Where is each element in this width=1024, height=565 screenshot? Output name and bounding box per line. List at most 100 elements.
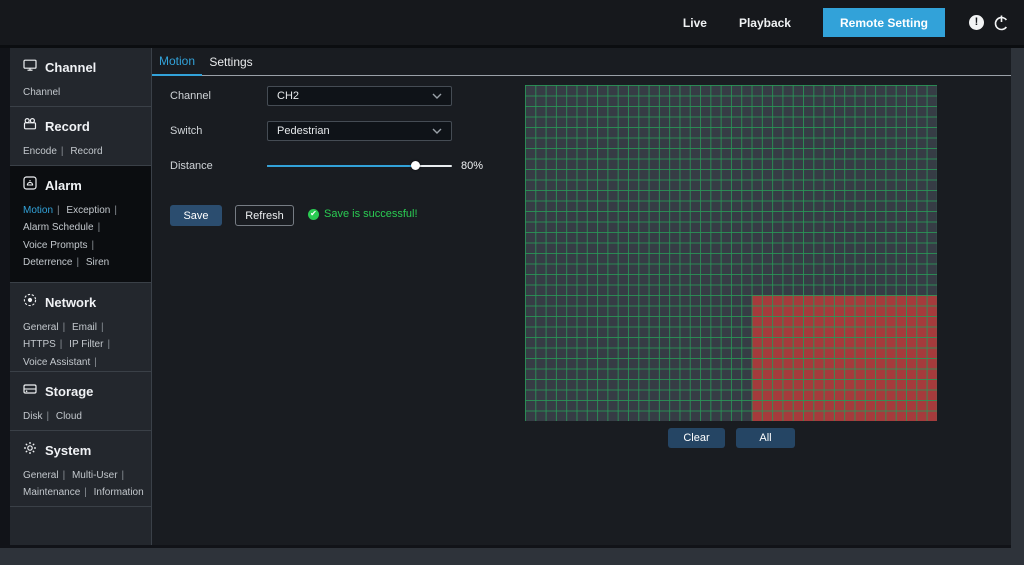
sidebar-section-title: Record: [45, 119, 90, 134]
sidebar-item-deterrence[interactable]: Deterrence: [23, 257, 72, 268]
channel-label: Channel: [170, 90, 211, 102]
sidebar-item-voice-prompts[interactable]: Voice Prompts: [23, 240, 87, 251]
sidebar-item-alarm-schedule[interactable]: Alarm Schedule: [23, 222, 94, 233]
sidebar-section-header: Storage: [23, 382, 145, 400]
item-separator: |: [60, 339, 63, 350]
sidebar-item-group: Channel: [23, 87, 60, 98]
item-separator: |: [122, 470, 125, 481]
sidebar-section-header: Record: [23, 117, 145, 135]
sidebar-item-group: Multi-User |: [72, 470, 128, 481]
sidebar-item-encode[interactable]: Encode: [23, 146, 57, 157]
nav-live[interactable]: Live: [683, 16, 707, 30]
sidebar-section-channel: Channel Channel: [10, 48, 151, 107]
refresh-button[interactable]: Refresh: [235, 205, 294, 226]
sidebar-item-motion[interactable]: Motion: [23, 205, 53, 216]
sidebar-section-header: Channel: [23, 58, 145, 76]
channel-select[interactable]: CH2: [267, 86, 452, 106]
nav-playback[interactable]: Playback: [739, 16, 791, 30]
success-check-icon: ✔: [308, 209, 319, 220]
save-button[interactable]: Save: [170, 205, 222, 226]
item-separator: |: [57, 205, 60, 216]
power-icon[interactable]: [993, 14, 1010, 31]
sidebar-section-title: Storage: [45, 384, 93, 399]
slider-fill: [267, 165, 415, 168]
sidebar-sections: ChannelChannel RecordEncode| Record Alar…: [10, 48, 151, 507]
distance-value: 80%: [461, 160, 483, 172]
sidebar-item-channel[interactable]: Channel: [23, 87, 60, 98]
sidebar-item-group: Record: [70, 146, 102, 157]
sidebar-item-group: General |: [23, 470, 69, 481]
chevron-down-icon: [432, 128, 442, 134]
remote-setting-button[interactable]: Remote Setting: [823, 8, 945, 37]
tab-motion[interactable]: Motion: [152, 48, 202, 76]
sidebar-item-group: Disk |: [23, 411, 53, 422]
all-button[interactable]: All: [736, 428, 795, 448]
chevron-down-icon: [432, 93, 442, 99]
sidebar-filler: [10, 507, 151, 545]
storage-icon: [23, 382, 37, 401]
distance-slider[interactable]: [267, 161, 452, 170]
sidebar-item-multi-user[interactable]: Multi-User: [72, 470, 118, 481]
sidebar-item-maintenance[interactable]: Maintenance: [23, 487, 80, 498]
clear-button[interactable]: Clear: [668, 428, 725, 448]
switch-select[interactable]: Pedestrian: [267, 121, 452, 141]
sidebar-item-group: IP Filter |: [69, 339, 114, 350]
sidebar-section-items: General | Multi-User | Maintenance | Inform…: [23, 467, 145, 502]
sidebar-item-voice-assistant[interactable]: Voice Assistant: [23, 357, 90, 368]
sidebar-section-title: Network: [45, 295, 96, 310]
item-separator: |: [46, 411, 49, 422]
item-separator: |: [63, 322, 66, 333]
sidebar-item-email[interactable]: Email: [72, 322, 97, 333]
sidebar-item-group: HTTPS |: [23, 339, 66, 350]
vertical-scrollbar[interactable]: [1011, 48, 1024, 548]
sidebar-section-system: System General | Multi-User | Maintenance | …: [10, 431, 151, 507]
item-separator: |: [98, 222, 101, 233]
sidebar-item-information[interactable]: Information: [94, 487, 144, 498]
item-separator: |: [63, 470, 66, 481]
sidebar-item-record[interactable]: Record: [70, 146, 102, 157]
sidebar-item-group: Motion |: [23, 205, 64, 216]
slider-thumb[interactable]: [411, 161, 420, 170]
sidebar-section-title: Channel: [45, 60, 96, 75]
sidebar-item-general[interactable]: General: [23, 322, 59, 333]
sidebar-section-header: Network: [23, 293, 145, 311]
distance-label: Distance: [170, 160, 213, 172]
sidebar-section-items: Motion | Exception | Alarm Schedule | Voice…: [23, 202, 145, 271]
sidebar-section-title: System: [45, 443, 91, 458]
sidebar-item-group: Voice Assistant |: [23, 357, 101, 368]
sidebar-item-group: Encode|: [23, 146, 68, 157]
motion-grid-selection: [752, 295, 937, 421]
sidebar-section-network: NetworkGeneral| Email| HTTPS| IP Filter|…: [10, 283, 151, 372]
sidebar-item-group: Cloud: [56, 411, 82, 422]
sidebar-item-https[interactable]: HTTPS: [23, 339, 56, 350]
item-separator: |: [94, 357, 97, 368]
alert-icon[interactable]: !: [969, 15, 984, 30]
sidebar-section-items: Encode| Record: [23, 143, 145, 160]
status-message: Save is successful!: [324, 208, 418, 220]
system-icon: [23, 441, 37, 460]
tab-settings[interactable]: Settings: [202, 48, 260, 76]
alarm-icon: [23, 176, 37, 195]
sidebar-item-group: Alarm Schedule |: [23, 222, 104, 233]
sidebar-item-group: Deterrence|: [23, 257, 83, 268]
sidebar-item-disk[interactable]: Disk: [23, 411, 42, 422]
motion-grid[interactable]: [525, 85, 937, 421]
horizontal-scrollbar[interactable]: [0, 548, 1024, 565]
sidebar-section-storage: Storage Disk | Cloud: [10, 372, 151, 431]
sidebar-item-siren[interactable]: Siren: [86, 257, 109, 268]
sidebar-section-title: Alarm: [45, 178, 82, 193]
item-separator: |: [107, 339, 110, 350]
sidebar-item-ip-filter[interactable]: IP Filter: [69, 339, 103, 350]
item-separator: |: [114, 205, 117, 216]
sidebar-item-cloud[interactable]: Cloud: [56, 411, 82, 422]
topbar: Live Playback Remote Setting !: [0, 0, 1024, 45]
item-separator: |: [84, 487, 87, 498]
sidebar-section-header: Alarm: [23, 176, 145, 194]
sidebar-item-group: Exception |: [66, 205, 121, 216]
switch-select-value: Pedestrian: [277, 125, 330, 137]
sidebar-item-exception[interactable]: Exception: [66, 205, 110, 216]
channel-icon: [23, 58, 37, 77]
sidebar-item-general[interactable]: General: [23, 470, 59, 481]
main-content: Motion Settings Channel CH2 Switch Pedes…: [152, 48, 1011, 545]
sidebar-item-group: Siren: [86, 257, 109, 268]
